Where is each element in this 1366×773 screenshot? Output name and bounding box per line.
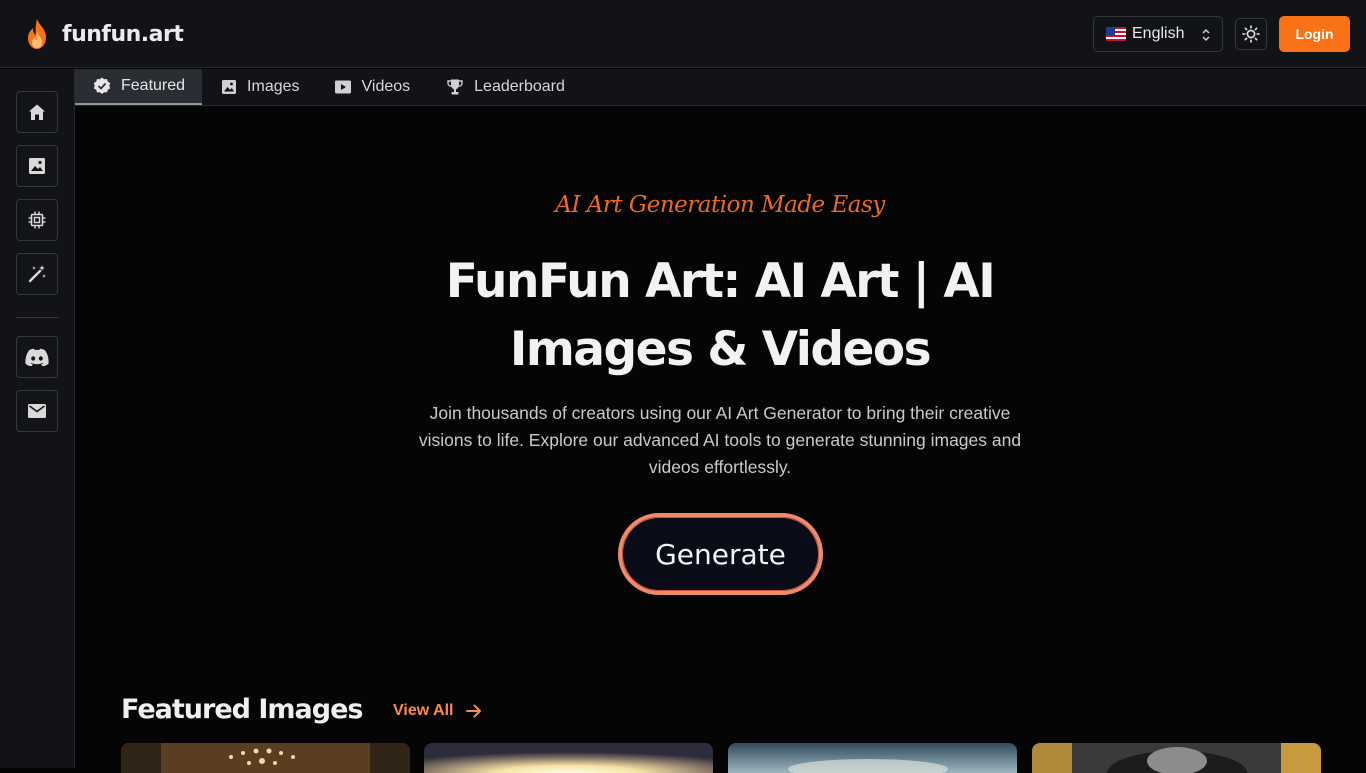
- sidebar-item-discord[interactable]: [16, 336, 58, 378]
- featured-image-card[interactable]: [424, 743, 713, 773]
- tab-label: Featured: [121, 77, 186, 94]
- tab-label: Leaderboard: [474, 78, 565, 95]
- sunburst-image: [424, 743, 713, 773]
- home-icon: [29, 104, 45, 120]
- generate-button[interactable]: Generate: [618, 513, 823, 595]
- chevron-up-down-icon: [1202, 28, 1210, 42]
- us-flag-icon: [1106, 27, 1126, 41]
- page-title: FunFun Art: AI Art | AI Images & Videos: [445, 254, 996, 377]
- video-icon: [334, 80, 351, 94]
- brand-name: funfun.art: [62, 21, 184, 47]
- image-icon: [29, 158, 45, 174]
- language-select[interactable]: English: [1093, 16, 1223, 52]
- language-label: English: [1132, 25, 1185, 42]
- tab-label: Images: [247, 78, 300, 95]
- chip-icon: [28, 211, 46, 229]
- sidebar-item-images[interactable]: [16, 145, 58, 187]
- tab-featured[interactable]: Featured: [75, 69, 203, 105]
- sidebar-item-generate[interactable]: [16, 253, 58, 295]
- brand-logo[interactable]: funfun.art: [24, 16, 184, 52]
- sun-icon: [1242, 25, 1260, 43]
- view-all-link[interactable]: View All: [393, 702, 483, 720]
- tab-images[interactable]: Images: [202, 69, 316, 105]
- tab-label: Videos: [361, 78, 411, 95]
- sidebar-item-email[interactable]: [16, 390, 58, 432]
- sidebar-item-home[interactable]: [16, 91, 58, 133]
- hero-description: Join thousands of creators using our AI …: [418, 403, 1022, 477]
- featured-image-card[interactable]: [121, 743, 410, 773]
- flame-icon: [28, 19, 46, 49]
- sidebar-item-models[interactable]: [16, 199, 58, 241]
- sidebar: [0, 69, 75, 768]
- discord-icon: [25, 348, 49, 366]
- top-header: funfun.art English Login: [0, 0, 1366, 68]
- magic-wand-icon: [28, 265, 46, 283]
- sidebar-divider: [16, 317, 59, 318]
- mail-icon: [28, 404, 46, 418]
- trophy-icon: [447, 79, 463, 95]
- content-tabs: Featured Images Videos Leaderboard: [75, 69, 1366, 106]
- portrait-image: [1032, 743, 1321, 773]
- landscape-image: [728, 743, 1017, 773]
- view-all-label: View All: [393, 702, 454, 719]
- arrow-right-icon: [466, 704, 482, 718]
- featured-images-heading: Featured Images: [121, 694, 363, 725]
- theme-toggle-button[interactable]: [1235, 18, 1267, 50]
- tab-videos[interactable]: Videos: [317, 69, 428, 105]
- tab-leaderboard[interactable]: Leaderboard: [427, 69, 582, 105]
- featured-image-card[interactable]: [1032, 743, 1321, 773]
- chandelier-image: [121, 743, 410, 773]
- hero-tagline: AI Art Generation Made Easy: [555, 192, 885, 218]
- featured-image-card[interactable]: [728, 743, 1017, 773]
- login-button[interactable]: Login: [1279, 16, 1350, 52]
- verified-badge-icon: [93, 77, 111, 94]
- image-icon: [222, 80, 237, 94]
